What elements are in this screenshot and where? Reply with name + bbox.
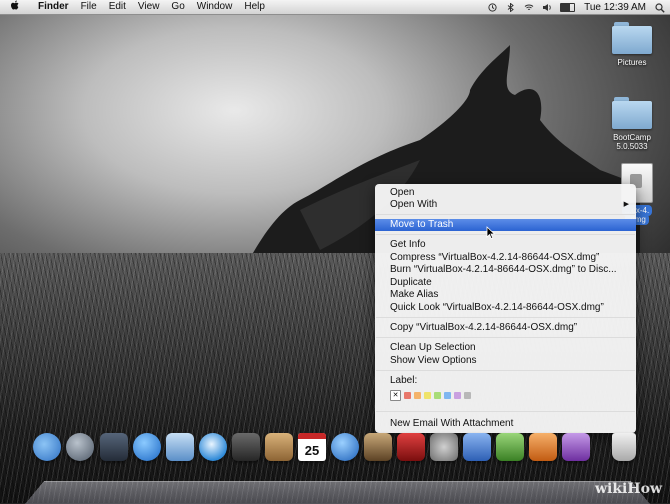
menu-item-make-alias[interactable]: Make Alias bbox=[375, 289, 636, 301]
wifi-icon[interactable] bbox=[524, 3, 534, 12]
mail-icon[interactable] bbox=[166, 433, 194, 461]
menu-separator bbox=[376, 370, 635, 371]
menu-item-label: Open With bbox=[390, 199, 438, 210]
mouse-pointer-icon bbox=[486, 226, 496, 240]
menu-item-move-to-trash[interactable]: Move to Trash bbox=[375, 219, 636, 231]
label-orange-swatch[interactable] bbox=[414, 392, 421, 399]
calendar-icon[interactable]: 25 bbox=[298, 433, 326, 461]
dock bbox=[25, 480, 650, 504]
menu-item-label: Clean Up Selection bbox=[390, 342, 476, 353]
finder-icon[interactable] bbox=[33, 433, 61, 461]
label-gray-swatch[interactable] bbox=[464, 392, 471, 399]
menu-separator bbox=[376, 337, 635, 338]
photo-booth-icon[interactable] bbox=[397, 433, 425, 461]
menu-item-label: Duplicate bbox=[390, 277, 432, 288]
label-heading: Label: bbox=[375, 375, 636, 387]
menu-item-label: Move to Trash bbox=[390, 219, 454, 230]
menu-item-label: Open bbox=[390, 187, 415, 198]
menu-item-copy[interactable]: Copy “VirtualBox-4.2.14-86644-OSX.dmg” bbox=[375, 322, 636, 334]
menu-go[interactable]: Go bbox=[165, 0, 190, 14]
iphoto-icon[interactable] bbox=[364, 433, 392, 461]
menu-item-label: Label: bbox=[390, 375, 418, 386]
clock[interactable]: Tue 12:39 AM bbox=[584, 2, 646, 13]
volume-icon[interactable] bbox=[542, 3, 551, 12]
menu-item-open[interactable]: Open bbox=[375, 187, 636, 199]
menu-item-label: Quick Look “VirtualBox-4.2.14-86644-OSX.… bbox=[390, 302, 604, 313]
folder-icon bbox=[612, 22, 652, 54]
system-preferences-icon[interactable] bbox=[430, 433, 458, 461]
excel-icon[interactable] bbox=[496, 433, 524, 461]
submenu-arrow-icon: ▶ bbox=[623, 201, 629, 208]
label-green-swatch[interactable] bbox=[434, 392, 441, 399]
contacts-icon[interactable] bbox=[265, 433, 293, 461]
menu-item-label: Compress “VirtualBox-4.2.14-86644-OSX.dm… bbox=[390, 252, 600, 263]
menu-bar: Finder File Edit View Go Window Help Tue… bbox=[0, 0, 670, 15]
word-icon[interactable] bbox=[463, 433, 491, 461]
menu-window[interactable]: Window bbox=[191, 0, 239, 14]
calendar-date: 25 bbox=[304, 443, 320, 458]
menu-item-label: Get Info bbox=[390, 239, 426, 250]
desktop-icon-label: Pictures bbox=[617, 58, 647, 67]
label-yellow-swatch[interactable] bbox=[424, 392, 431, 399]
menu-item-duplicate[interactable]: Duplicate bbox=[375, 277, 636, 289]
menu-item-open-with[interactable]: Open With ▶ bbox=[375, 199, 636, 211]
wikihow-watermark: wikiHow bbox=[594, 481, 662, 497]
menu-help[interactable]: Help bbox=[238, 0, 271, 14]
menu-item-burn[interactable]: Burn “VirtualBox-4.2.14-86644-OSX.dmg” t… bbox=[375, 264, 636, 276]
menu-item-clean-up-selection[interactable]: Clean Up Selection bbox=[375, 342, 636, 354]
menu-item-get-info[interactable]: Get Info bbox=[375, 239, 636, 251]
menu-item-new-email-with-attachment[interactable]: New Email With Attachment bbox=[375, 418, 636, 430]
menu-item-quick-look[interactable]: Quick Look “VirtualBox-4.2.14-86644-OSX.… bbox=[375, 302, 636, 314]
menu-edit[interactable]: Edit bbox=[103, 0, 132, 14]
menu-item-show-view-options[interactable]: Show View Options bbox=[375, 355, 636, 367]
menu-item-compress[interactable]: Compress “VirtualBox-4.2.14-86644-OSX.dm… bbox=[375, 252, 636, 264]
app-store-icon[interactable] bbox=[133, 433, 161, 461]
launchpad-icon[interactable] bbox=[66, 433, 94, 461]
spotlight-icon[interactable] bbox=[655, 2, 665, 13]
label-color-picker: ✕ bbox=[390, 390, 471, 401]
menu-item-label: Copy “VirtualBox-4.2.14-86644-OSX.dmg” bbox=[390, 322, 578, 333]
folder-icon bbox=[612, 97, 652, 129]
menu-separator bbox=[376, 411, 635, 412]
menu-separator bbox=[376, 234, 635, 235]
battery-icon[interactable] bbox=[560, 2, 576, 12]
powerpoint-icon[interactable] bbox=[529, 433, 557, 461]
mission-control-icon[interactable] bbox=[100, 433, 128, 461]
bluetooth-icon[interactable] bbox=[506, 1, 515, 13]
apple-menu-icon[interactable] bbox=[10, 0, 24, 14]
trash-icon[interactable] bbox=[612, 433, 636, 461]
label-blue-swatch[interactable] bbox=[444, 392, 451, 399]
menu-view[interactable]: View bbox=[132, 0, 166, 14]
desktop-folder-pictures[interactable]: Pictures bbox=[602, 22, 662, 67]
label-none-button[interactable]: ✕ bbox=[390, 390, 401, 401]
menu-separator bbox=[376, 214, 635, 215]
label-purple-swatch[interactable] bbox=[454, 392, 461, 399]
menu-finder[interactable]: Finder bbox=[32, 0, 75, 14]
itunes-icon[interactable] bbox=[331, 433, 359, 461]
menu-separator bbox=[376, 317, 635, 318]
time-machine-icon[interactable] bbox=[488, 2, 497, 12]
desktop-icon-label: BootCamp5.0.5033 bbox=[613, 133, 651, 151]
menu-item-label: Show View Options bbox=[390, 355, 477, 366]
menu-item-label: Burn “VirtualBox-4.2.14-86644-OSX.dmg” t… bbox=[390, 264, 617, 275]
facetime-icon[interactable] bbox=[232, 433, 260, 461]
context-menu: Open Open With ▶ Move to Trash Get Info C… bbox=[375, 184, 636, 433]
menu-item-label: Make Alias bbox=[390, 289, 439, 300]
menu-file[interactable]: File bbox=[75, 0, 103, 14]
safari-icon[interactable] bbox=[199, 433, 227, 461]
entourage-icon[interactable] bbox=[562, 433, 590, 461]
label-red-swatch[interactable] bbox=[404, 392, 411, 399]
menu-item-label: New Email With Attachment bbox=[390, 418, 514, 429]
desktop-folder-bootcamp[interactable]: BootCamp5.0.5033 bbox=[602, 97, 662, 151]
